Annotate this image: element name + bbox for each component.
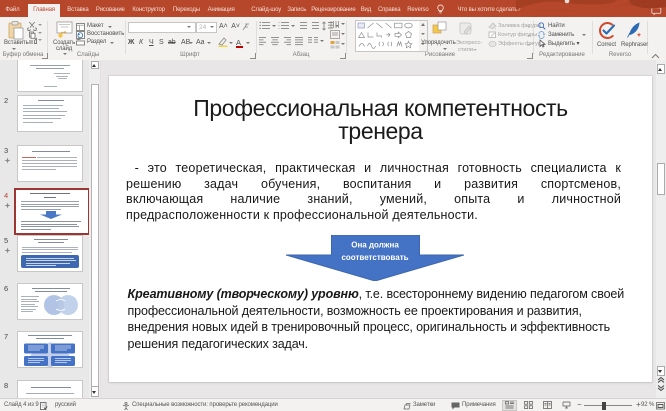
svg-text:Она должна: Она должна [351, 241, 399, 250]
svg-text:соответствовать: соответствовать [341, 253, 408, 262]
